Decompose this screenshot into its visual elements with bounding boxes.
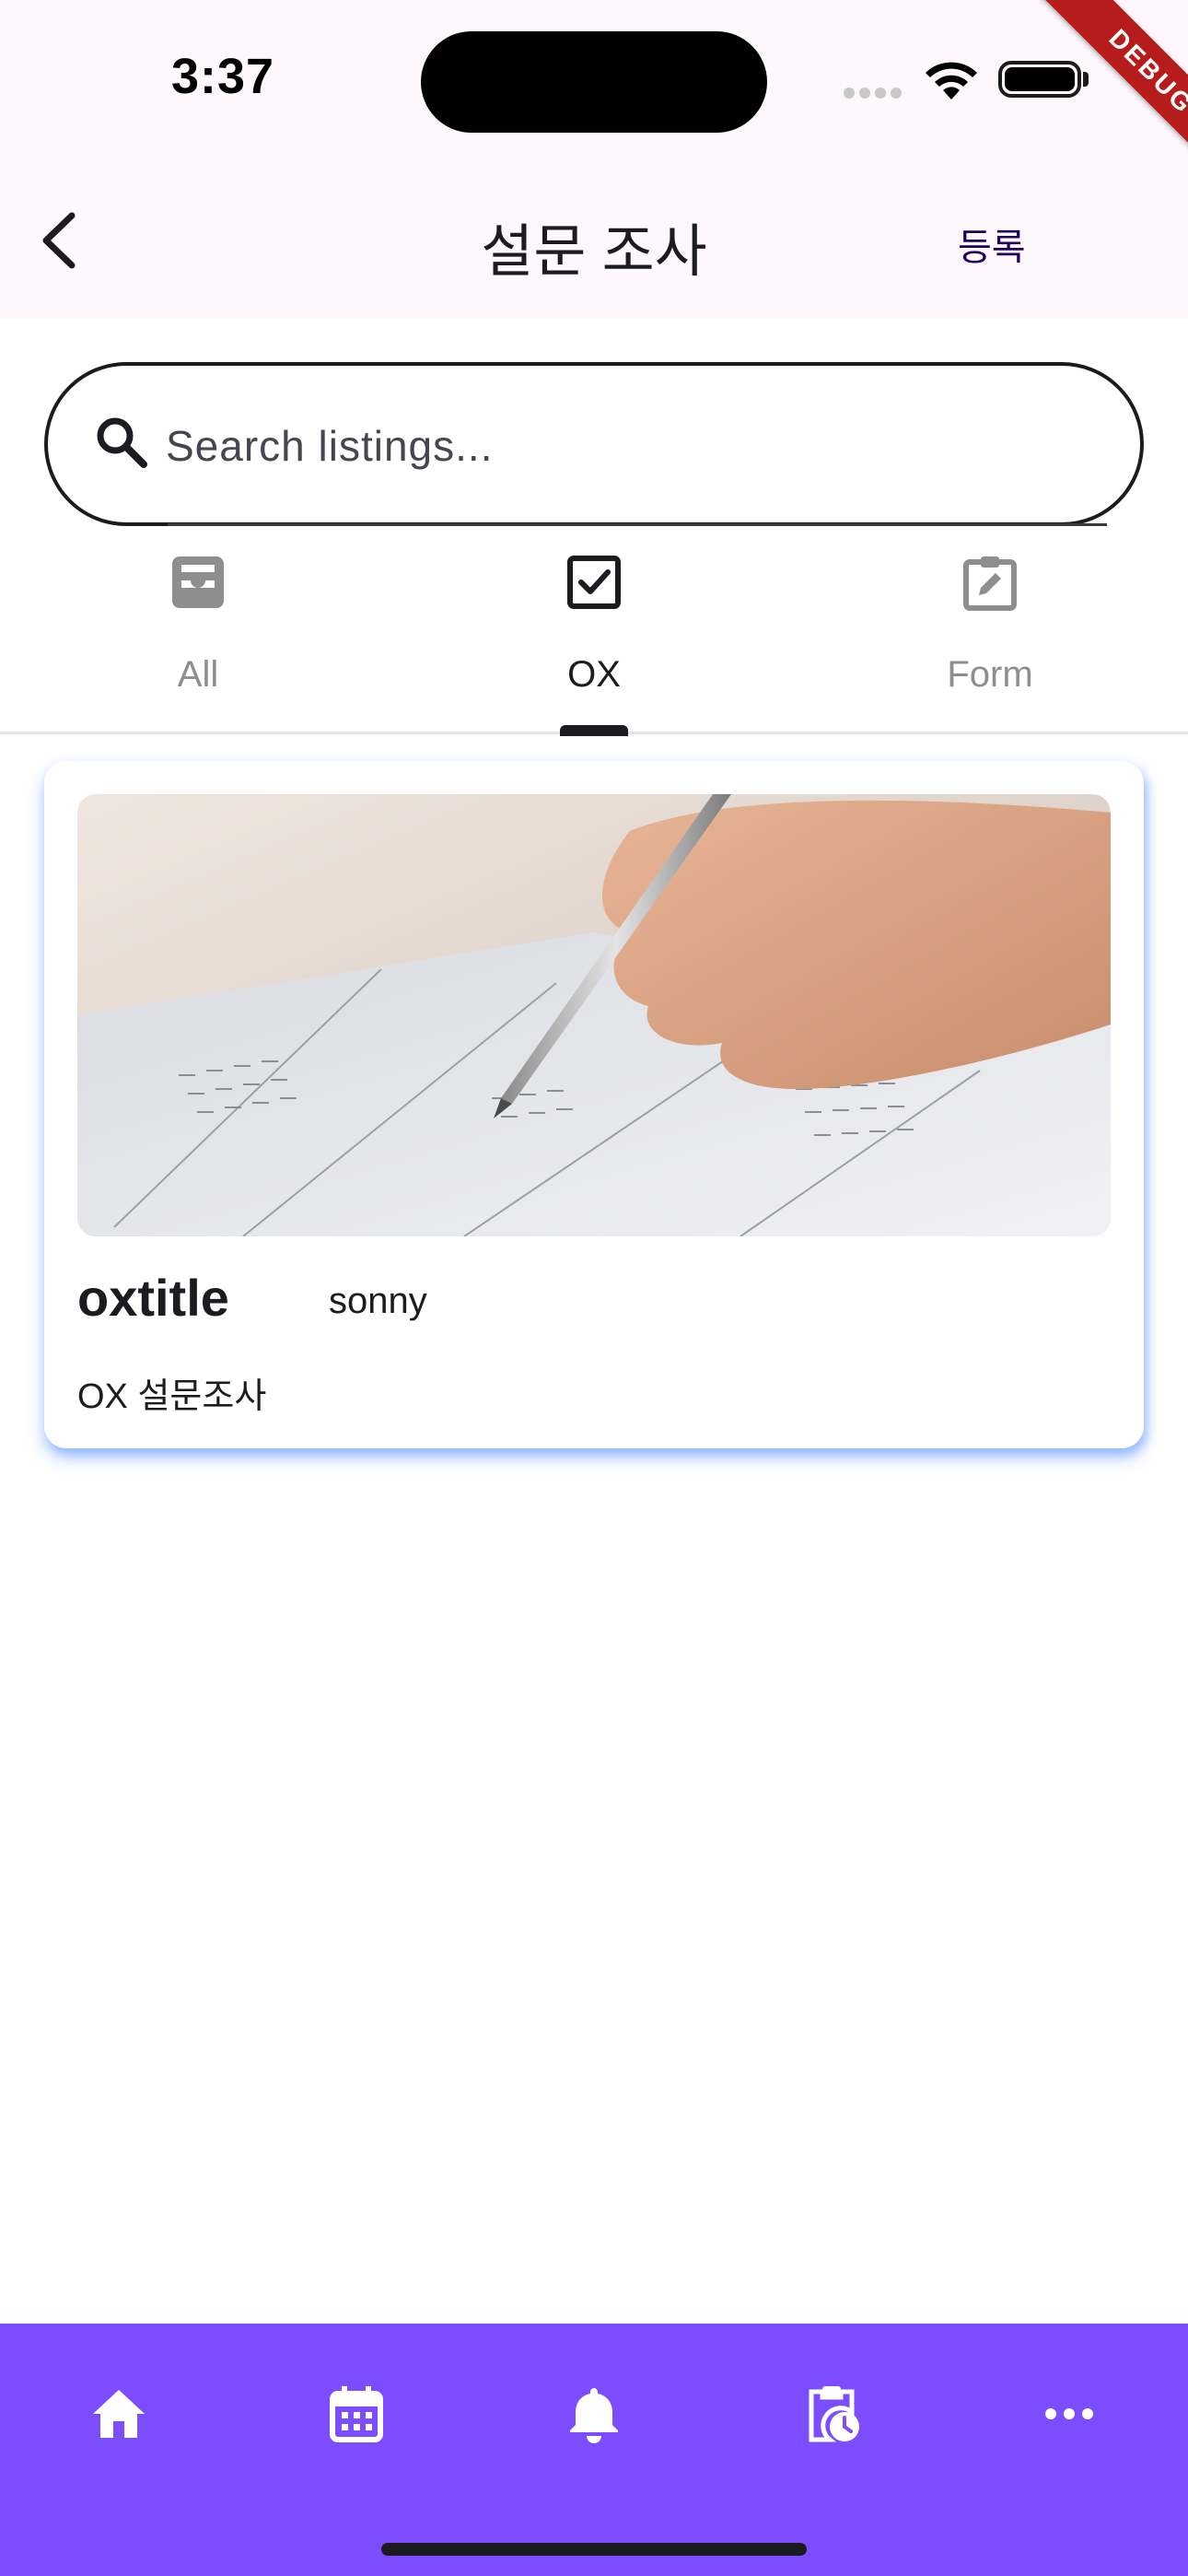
tab-ox-label: OX xyxy=(567,654,621,695)
nav-calendar-button[interactable] xyxy=(292,2359,421,2469)
edit-form-icon xyxy=(961,553,1019,616)
more-icon xyxy=(1045,2408,1093,2419)
survey-image xyxy=(77,794,1111,1236)
search-underline xyxy=(168,523,1107,526)
clipboard-clock-icon xyxy=(809,2386,859,2442)
search-icon xyxy=(92,413,151,476)
tab-all[interactable]: All xyxy=(0,553,396,728)
nav-survey-history-button[interactable] xyxy=(767,2359,896,2469)
search-input[interactable] xyxy=(166,413,995,479)
tab-all-label: All xyxy=(177,654,219,695)
nav-more-button[interactable] xyxy=(1005,2359,1134,2469)
register-button[interactable]: 등록 xyxy=(958,217,1026,271)
tab-ox[interactable]: OX xyxy=(396,553,792,728)
status-time: 3:37 xyxy=(171,49,275,104)
card-author: sonny xyxy=(329,1281,427,1321)
dynamic-island xyxy=(421,31,767,133)
tab-form-label: Form xyxy=(947,654,1033,695)
battery-icon xyxy=(998,61,1081,98)
battery-cap xyxy=(1083,72,1089,87)
home-icon xyxy=(93,2390,145,2438)
home-indicator xyxy=(381,2543,807,2556)
card-title: oxtitle xyxy=(77,1269,229,1327)
nav-home-button[interactable] xyxy=(54,2359,183,2469)
tab-form[interactable]: Form xyxy=(792,553,1188,728)
checkbox-icon xyxy=(565,553,623,616)
inbox-icon xyxy=(169,553,227,616)
calendar-icon xyxy=(330,2386,383,2442)
card-description: OX 설문조사 xyxy=(77,1377,267,1416)
nav-notifications-button[interactable] xyxy=(530,2359,658,2469)
tab-indicator xyxy=(560,725,628,736)
wifi-icon xyxy=(923,59,980,106)
cellular-signal-icon xyxy=(844,87,906,103)
bell-icon xyxy=(570,2388,618,2443)
